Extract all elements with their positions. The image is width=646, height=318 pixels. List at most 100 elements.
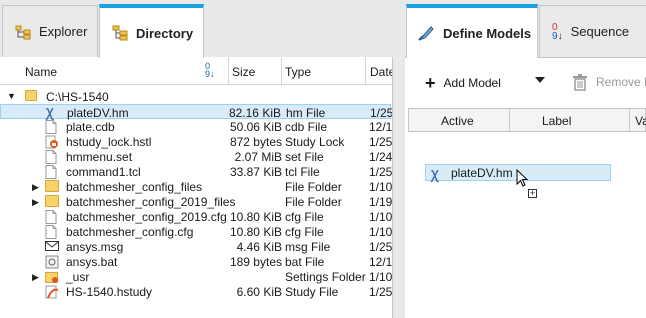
file-date: 12/1: [369, 255, 393, 269]
panel-border: [392, 57, 405, 318]
file-type: bat File: [285, 255, 325, 269]
file-size: 33.87 KiB: [229, 165, 282, 179]
file-name: hmmenu.set: [66, 150, 133, 164]
column-divider: [365, 57, 366, 85]
file-size: 10.80 KiB: [229, 225, 282, 239]
collapse-icon[interactable]: ▼: [7, 91, 16, 101]
folder-icon: [25, 90, 37, 101]
add-model-button[interactable]: + Add Model: [425, 72, 501, 94]
file-name: ansys.bat: [66, 255, 118, 269]
table-row[interactable]: ▶ batchmesher_config_2019_files File Folde…: [0, 194, 396, 209]
sort-icon[interactable]: 0 9↓: [205, 62, 215, 79]
file-type: set File: [285, 150, 324, 164]
table-row[interactable]: plate.cdb 50.06 KiB cdb File 12/1: [0, 119, 393, 134]
models-table-header: Active Label Va: [408, 108, 646, 132]
table-row[interactable]: HS-1540.hstudy 6.60 KiB Study File 1/25,: [0, 284, 396, 299]
column-label[interactable]: Label: [542, 114, 571, 128]
tab-define-models[interactable]: Define Models: [406, 4, 538, 58]
column-header-row: Name 0 9↓ Size Type Date: [0, 57, 395, 85]
file-size: 872 bytes: [229, 135, 282, 149]
file-name: batchmesher_config.cfg: [66, 225, 194, 239]
file-type: Study File: [285, 285, 339, 299]
file-size: 50.06 KiB: [229, 120, 282, 134]
explorer-icon: [15, 24, 31, 40]
file-size: 189 bytes: [229, 255, 282, 269]
table-row[interactable]: ▶ _usr Settings Folder 1/10,: [0, 269, 396, 284]
file-type: tcl File: [285, 165, 320, 179]
column-type[interactable]: Type: [285, 65, 311, 79]
file-name: plate.cdb: [66, 120, 115, 134]
table-row[interactable]: batchmesher_config_2019.cfg 10.80 KiB cfg …: [0, 209, 396, 224]
define-models-icon: [417, 24, 435, 42]
study-lock-icon: [45, 135, 59, 149]
table-row[interactable]: ꞳplateDV.hm 82.16 KiB hm File 1/25,: [0, 104, 397, 120]
tab-directory-label: Directory: [136, 25, 194, 41]
cfg-file-icon: [45, 210, 59, 224]
plus-icon: +: [425, 73, 436, 93]
column-divider: [629, 109, 630, 131]
column-value[interactable]: Va: [635, 114, 646, 128]
file-name: hstudy_lock.hstl: [66, 135, 152, 149]
file-name: HS-1540.hstudy: [66, 285, 153, 299]
tab-explorer[interactable]: Explorer: [2, 5, 98, 57]
table-row[interactable]: ▶ batchmesher_config_files File Folder 1/10…: [0, 179, 396, 194]
tab-sequence[interactable]: 0 9↓ Sequence: [539, 5, 646, 57]
file-date: 12/1: [369, 120, 393, 134]
column-divider: [281, 57, 282, 85]
file-type: hm File: [286, 106, 326, 120]
table-row[interactable]: hmmenu.set 2.07 MiB set File 1/24,: [0, 149, 396, 164]
file-size: 10.80 KiB: [229, 210, 282, 224]
expand-arrow-icon[interactable]: ▶: [32, 197, 39, 208]
chevron-down-icon[interactable]: [535, 77, 545, 83]
file-type: Study Lock: [285, 135, 345, 149]
table-row[interactable]: batchmesher_config.cfg 10.80 KiB cfg File 1…: [0, 224, 396, 239]
table-row[interactable]: command1.tcl 33.87 KiB tcl File 1/25,: [0, 164, 396, 179]
left-panel: Explorer Directory Name 0 9↓ Size Type Da…: [0, 0, 405, 318]
file-name: batchmesher_config_2019_files: [66, 195, 236, 209]
file-name: batchmesher_config_files: [66, 180, 203, 194]
file-name: _usr: [66, 270, 90, 284]
hm-file-icon: Ꭓ: [431, 168, 439, 182]
drop-add-icon: +: [528, 188, 537, 198]
trash-icon: [572, 73, 588, 91]
tab-directory[interactable]: Directory: [99, 4, 204, 58]
expand-arrow-icon[interactable]: ▶: [32, 272, 39, 283]
file-type: File Folder: [285, 180, 342, 194]
column-active[interactable]: Active: [441, 114, 474, 128]
column-size[interactable]: Size: [232, 65, 255, 79]
cdb-file-icon: [45, 120, 59, 134]
drag-item-label: plateDV.hm: [451, 166, 513, 180]
tree-root[interactable]: ▼ C:\HS-1540: [0, 89, 391, 104]
column-divider: [509, 109, 510, 131]
cfg-file-icon: [45, 225, 59, 239]
file-name: ansys.msg: [66, 240, 124, 254]
file-type: msg File: [285, 240, 331, 254]
file-size: 4.46 KiB: [236, 240, 282, 254]
table-row[interactable]: hstudy_lock.hstl 872 bytes Study Lock 1/25,: [0, 134, 396, 149]
file-type: cfg File: [285, 225, 324, 239]
tab-define-models-label: Define Models: [443, 25, 532, 41]
tab-sequence-label: Sequence: [570, 24, 630, 39]
file-size: 6.60 KiB: [236, 285, 282, 299]
settings-folder-icon: [45, 270, 59, 283]
root-path: C:\HS-1540: [46, 90, 109, 104]
right-panel: Define Models 0 9↓ Sequence + Add Model R…: [405, 0, 646, 318]
file-size: 82.16 KiB: [228, 106, 281, 120]
table-row[interactable]: ansys.msg 4.46 KiB msg File 1/25,: [0, 239, 396, 254]
file-type: File Folder: [285, 195, 342, 209]
tcl-file-icon: [45, 165, 59, 179]
file-name: command1.tcl: [66, 165, 141, 179]
remove-model-label: Remove M: [596, 75, 646, 89]
table-row[interactable]: ansys.bat 189 bytes bat File 12/1: [0, 254, 393, 269]
hstudy-file-icon: [45, 285, 59, 299]
column-divider: [228, 57, 229, 85]
folder-icon: [45, 195, 59, 208]
expand-arrow-icon[interactable]: ▶: [32, 182, 39, 193]
remove-model-button[interactable]: Remove M: [572, 71, 646, 93]
column-name[interactable]: Name: [25, 65, 57, 79]
hm-file-icon: Ꭓ: [46, 106, 54, 120]
set-file-icon: [45, 150, 59, 164]
file-type: cfg File: [285, 210, 324, 224]
tab-explorer-label: Explorer: [39, 24, 88, 39]
file-type: Settings Folder: [285, 270, 366, 284]
